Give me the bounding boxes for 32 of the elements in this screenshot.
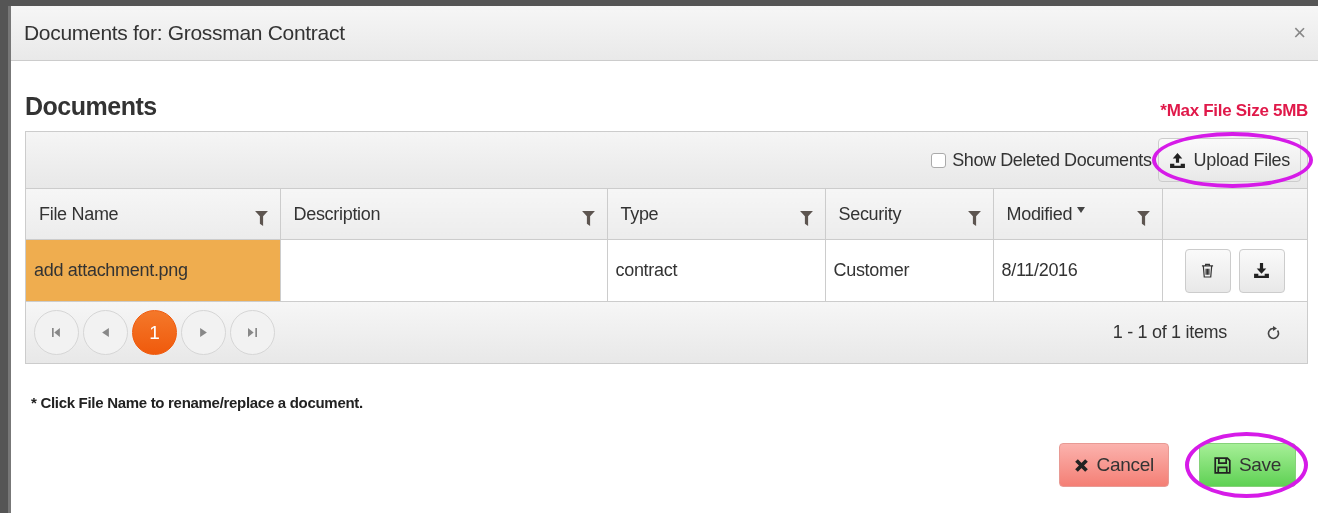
pager-summary: 1 - 1 of 1 items (1112, 322, 1227, 343)
last-page-icon (248, 328, 257, 337)
first-page-icon (52, 328, 61, 337)
column-header[interactable]: File Name (26, 189, 280, 240)
refresh-icon[interactable] (1267, 325, 1281, 340)
cancel-button[interactable]: Cancel (1058, 443, 1169, 487)
column-header[interactable]: Modified (993, 189, 1162, 240)
save-button[interactable]: Save (1198, 443, 1296, 487)
column-header[interactable]: Security (825, 189, 993, 240)
column-header[interactable]: Description (280, 189, 607, 240)
next-page-icon (200, 328, 207, 337)
footnote-text: * Click File Name to rename/replace a document. (31, 394, 364, 411)
filter-icon[interactable] (581, 210, 595, 226)
column-header[interactable]: Type (607, 189, 825, 240)
filter-icon[interactable] (967, 210, 981, 226)
save-icon (1213, 456, 1231, 474)
table-cell: add attachment.png (26, 239, 280, 301)
filter-icon[interactable] (1136, 210, 1150, 226)
show-deleted-checkbox[interactable]: Show Deleted Documents (931, 149, 1152, 171)
previous-page-icon (102, 328, 109, 337)
filter-icon[interactable] (254, 210, 268, 226)
upload-icon (1168, 151, 1186, 169)
max-size-note: *Max File Size 5MB (1160, 101, 1308, 121)
dialog-title: Documents for: Grossman Contract (24, 21, 345, 45)
trash-icon (1201, 263, 1215, 278)
close-icon (1073, 457, 1089, 473)
section-heading: Documents (25, 92, 157, 121)
download-button[interactable] (1238, 248, 1285, 293)
delete-button[interactable] (1184, 248, 1231, 293)
upload-files-button[interactable]: Upload Files (1157, 138, 1301, 182)
filter-icon[interactable] (799, 210, 813, 226)
download-icon (1253, 262, 1271, 279)
